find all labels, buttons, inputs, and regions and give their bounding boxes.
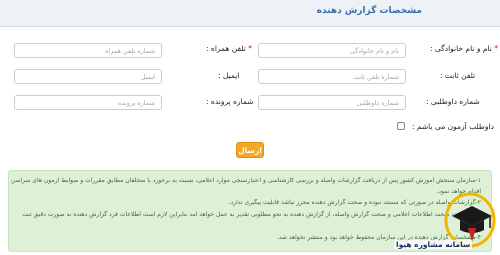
full-name-label: * نام و نام خانوادگی : [430, 44, 498, 53]
full-name-input[interactable] [258, 43, 406, 58]
form-header: مشخصات گزارش دهنده [0, 0, 500, 27]
email-label: ایمیل : [218, 71, 240, 80]
note-line: اقدام خواهد نمود. [436, 188, 482, 195]
landline-label: تلفن ثابت : [440, 71, 476, 80]
candidate-label: داوطلب آزمون می باشم : [412, 122, 494, 131]
page-title: مشخصات گزارش دهنده [316, 6, 422, 16]
file-number-input[interactable] [14, 95, 162, 110]
report-form-page: مشخصات گزارش دهنده * نام و نام خانوادگی … [0, 0, 500, 255]
candidate-checkbox[interactable] [397, 122, 405, 130]
mobile-label: * تلفن همراه : [206, 44, 252, 53]
volunteer-number-label: شماره داوطلبی : [426, 97, 480, 106]
volunteer-number-input[interactable] [258, 95, 406, 110]
note-line: ۲-گزارشات واصله در صورتی که مستند نبوده … [228, 199, 481, 206]
file-number-label: شماره پرونده : [206, 97, 254, 106]
submit-button[interactable]: ارسال [236, 142, 264, 158]
note-line: شود. [11, 222, 481, 229]
note-line: ۳-در صورت صحت اطلاعات اعلامی و صحت گزارش… [22, 211, 481, 218]
mobile-input[interactable] [14, 43, 162, 58]
watermark-text: سامانه مشاوره هیوا [394, 240, 473, 249]
note-line: ۱-سازمان سنجش آموزش کشور پس از دریافت گز… [11, 177, 481, 184]
landline-input[interactable] [258, 69, 406, 84]
email-input[interactable] [14, 69, 162, 84]
